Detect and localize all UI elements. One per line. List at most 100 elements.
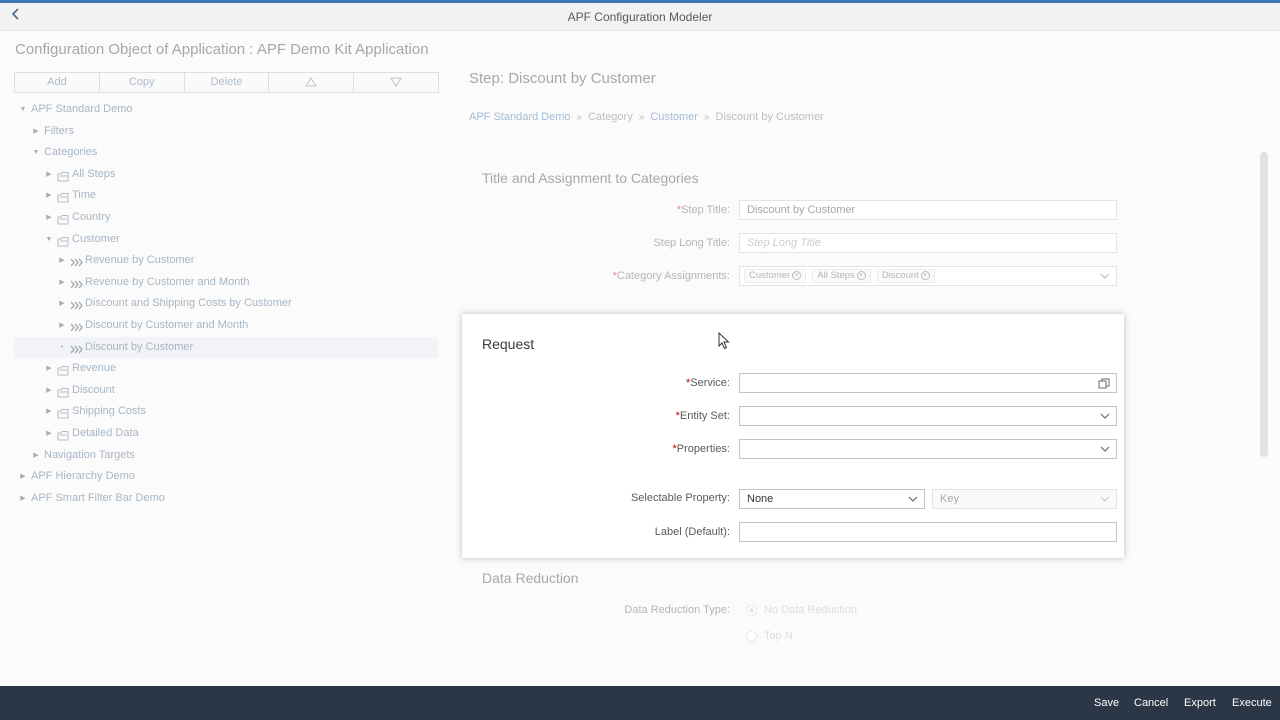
top-n-radio[interactable] [746, 631, 757, 642]
breadcrumb: APF Standard Demo » Category » Customer … [469, 111, 824, 123]
tree-node[interactable]: ▶ Time [14, 185, 438, 207]
entity-set-select[interactable] [739, 406, 1117, 426]
chevron-down-icon [1100, 446, 1110, 452]
tree-node[interactable]: • Discount by Customer [14, 336, 438, 359]
breadcrumb-link-1[interactable]: APF Standard Demo [469, 111, 571, 123]
tree-node[interactable]: ▶ Shipping Costs [14, 401, 438, 423]
category-icon [57, 212, 69, 225]
tree-toolbar: Add Copy Delete [14, 72, 439, 93]
chevron-down-icon [1100, 413, 1110, 419]
no-data-reduction-radio[interactable] [746, 605, 757, 616]
caret-down-icon[interactable]: ▼ [44, 229, 54, 251]
mouse-cursor-icon [718, 332, 730, 350]
category-token[interactable]: All Steps × [812, 269, 871, 283]
tree-node[interactable]: ▶ Navigation Targets [14, 445, 438, 467]
tree-node[interactable]: ▶ Country [14, 207, 438, 229]
export-button[interactable]: Export [1184, 697, 1216, 709]
category-assignments-label: *Category Assignments: [612, 270, 730, 282]
breadcrumb-link-3[interactable]: Customer [650, 111, 698, 123]
save-button[interactable]: Save [1094, 697, 1119, 709]
step-long-title-input[interactable]: Step Long Title [739, 233, 1117, 253]
chevron-down-icon[interactable] [1100, 272, 1110, 280]
cancel-button[interactable]: Cancel [1134, 697, 1168, 709]
execute-button[interactable]: Execute [1232, 697, 1272, 709]
tree-node[interactable]: ▶ APF Hierarchy Demo [14, 466, 438, 488]
copy-button[interactable]: Copy [98, 72, 185, 93]
request-panel: Request *Service: *Entity Set: *Properti… [462, 314, 1124, 558]
caret-right-icon[interactable]: ▶ [18, 466, 28, 488]
token-remove-icon[interactable]: × [856, 270, 866, 280]
caret-right-icon[interactable]: ▶ [57, 315, 67, 337]
tree-node[interactable]: ▶ Revenue by Customer and Month [14, 272, 438, 294]
category-token[interactable]: Discount × [876, 269, 935, 283]
tree-node-label: Navigation Targets [44, 448, 135, 461]
caret-right-icon[interactable]: ▶ [44, 401, 54, 423]
chevron-down-icon [908, 496, 918, 502]
tree-node[interactable]: ▶ Discount [14, 380, 438, 402]
category-icon [57, 406, 69, 419]
chevron-down-icon [1100, 496, 1110, 502]
step-icon [70, 320, 83, 332]
caret-right-icon[interactable]: ▶ [18, 488, 28, 510]
tree-node-label: Categories [44, 146, 98, 159]
key-select-disabled: Key [932, 489, 1117, 509]
caret-right-icon[interactable]: ▶ [44, 380, 54, 402]
caret-right-icon[interactable]: ▶ [44, 164, 54, 186]
step-icon [70, 298, 83, 310]
tree-node[interactable]: ▶ Filters [14, 121, 438, 143]
caret-right-icon[interactable]: ▶ [44, 358, 54, 380]
add-button[interactable]: Add [14, 72, 100, 93]
token-remove-icon[interactable]: × [920, 270, 930, 280]
shell-bar: APF Configuration Modeler [0, 3, 1280, 31]
tree-node[interactable]: ▶ Revenue [14, 358, 438, 380]
caret-right-icon[interactable]: ▶ [31, 121, 41, 143]
vertical-scrollbar[interactable] [1260, 152, 1268, 457]
caret-right-icon[interactable]: ▶ [44, 185, 54, 207]
caret-down-icon[interactable]: ▼ [18, 99, 28, 121]
category-token[interactable]: Customer × [744, 269, 807, 283]
caret-right-icon[interactable]: ▶ [44, 423, 54, 445]
breadcrumb-separator-icon: » [638, 111, 645, 123]
category-icon [57, 385, 69, 398]
tree-node-label: Discount by Customer [85, 340, 194, 353]
tree-node-label: Discount [72, 383, 115, 396]
step-title-input[interactable]: Discount by Customer [739, 200, 1117, 220]
move-up-button[interactable] [268, 72, 355, 93]
caret-right-icon[interactable]: ▶ [31, 445, 41, 467]
tree-node-label: Revenue [72, 362, 117, 375]
footer-bar: Save Cancel Export Execute [0, 686, 1280, 720]
breadcrumb-separator-icon: » [703, 111, 710, 123]
tree-node[interactable]: ▶ All Steps [14, 164, 438, 186]
caret-right-icon[interactable]: ▶ [44, 207, 54, 229]
tree-node-label: Filters [44, 124, 74, 137]
tree-node[interactable]: ▶ APF Smart Filter Bar Demo [14, 488, 438, 510]
caret-right-icon[interactable]: ▶ [57, 293, 67, 315]
delete-button[interactable]: Delete [183, 72, 270, 93]
tree-node-label: APF Smart Filter Bar Demo [31, 491, 165, 504]
tree-node[interactable]: ▼ Customer [14, 229, 438, 251]
step-long-title-label: Step Long Title: [653, 237, 730, 249]
tree-node[interactable]: ▼ Categories [14, 142, 438, 164]
tree-node-label: Discount by Customer and Month [85, 318, 249, 331]
properties-multicombo[interactable] [739, 439, 1117, 459]
category-assignments-multicombo[interactable]: Customer × All Steps × Discount × [739, 266, 1117, 286]
tree-node-label: Discount and Shipping Costs by Customer [85, 297, 292, 310]
label-default-input[interactable] [739, 522, 1117, 542]
category-icon [57, 234, 69, 247]
triangle-up-icon [305, 77, 318, 87]
tree-node[interactable]: ▶ Discount by Customer and Month [14, 315, 438, 337]
tree-node[interactable]: ▼ APF Standard Demo [14, 99, 438, 121]
tree-node-label: Country [72, 210, 111, 223]
service-input[interactable] [739, 373, 1117, 393]
tree-node[interactable]: ▶ Discount and Shipping Costs by Customer [14, 293, 438, 315]
step-icon [70, 277, 83, 289]
caret-right-icon[interactable]: ▶ [57, 272, 67, 294]
move-down-button[interactable] [353, 72, 439, 93]
token-remove-icon[interactable]: × [792, 270, 802, 280]
selectable-property-select[interactable]: None [739, 489, 925, 509]
value-help-icon[interactable] [1098, 378, 1110, 389]
tree-node[interactable]: ▶ Revenue by Customer [14, 250, 438, 272]
caret-right-icon[interactable]: ▶ [57, 250, 67, 272]
caret-down-icon[interactable]: ▼ [31, 142, 41, 164]
tree-node[interactable]: ▶ Detailed Data [14, 423, 438, 445]
